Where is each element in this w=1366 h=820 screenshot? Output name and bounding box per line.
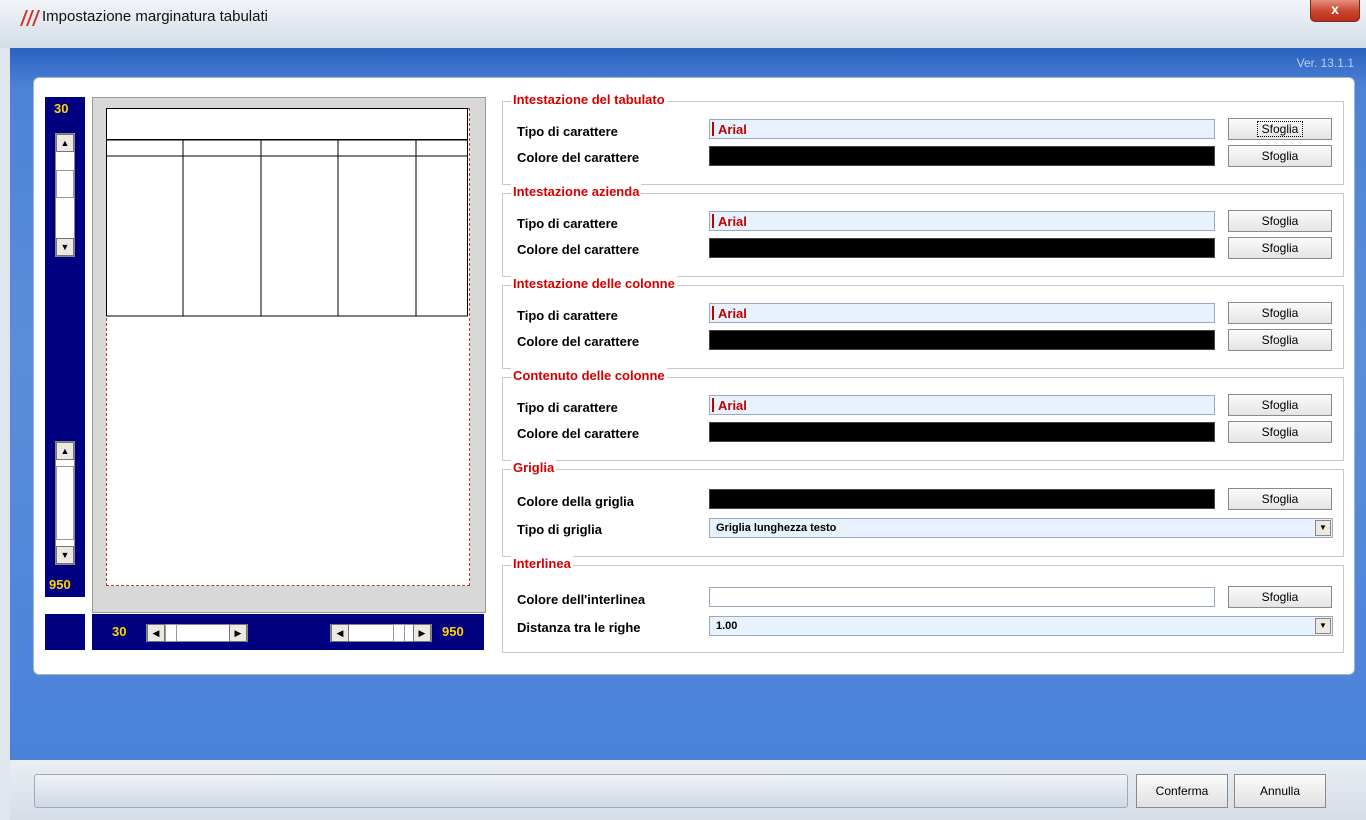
font-browse-button[interactable]: Sfoglia (1228, 302, 1332, 324)
app-logo-icon (20, 10, 40, 26)
right-margin-scrollbar[interactable]: ◀ ▶ (330, 624, 432, 642)
color-browse-button[interactable]: Sfoglia (1228, 145, 1332, 167)
group-title: Intestazione delle colonne (511, 276, 677, 291)
font-browse-button[interactable]: Sfoglia (1228, 394, 1332, 416)
triangle-up-icon[interactable]: ▲ (56, 134, 74, 152)
confirm-button[interactable]: Conferma (1136, 774, 1228, 808)
page-preview (106, 108, 470, 586)
color-swatch[interactable] (709, 422, 1215, 442)
color-label: Colore del carattere (517, 426, 640, 441)
status-bar (34, 774, 1128, 808)
chevron-down-icon[interactable]: ▼ (1315, 520, 1331, 536)
scroll-thumb[interactable] (56, 170, 74, 198)
font-label: Tipo di carattere (517, 308, 618, 323)
group-title: Intestazione azienda (511, 184, 642, 199)
font-browse-button[interactable]: Sfoglia (1228, 118, 1332, 140)
window-title: Impostazione marginatura tabulati (42, 8, 268, 25)
button-label: Sfoglia (1256, 121, 1304, 137)
horizontal-margin-ruler: 30 ◀ ▶ ◀ ▶ 950 (92, 614, 484, 650)
group-company-header: Intestazione azienda Tipo di carattere A… (502, 184, 1344, 277)
spacing-distance-label: Distanza tra le righe (517, 620, 641, 635)
close-button[interactable]: x (1310, 0, 1360, 22)
top-margin-scrollbar[interactable]: ▲ ▼ (55, 133, 75, 257)
vertical-margin-ruler: 30 ▲ ▼ ▲ ▼ 950 (45, 97, 85, 597)
bottom-margin-scrollbar[interactable]: ▲ ▼ (55, 441, 75, 565)
group-title: Intestazione del tabulato (511, 92, 667, 107)
color-swatch[interactable] (709, 146, 1215, 166)
color-browse-button[interactable]: Sfoglia (1228, 329, 1332, 351)
font-label: Tipo di carattere (517, 124, 618, 139)
vertical-bottom-value: 950 (49, 577, 71, 592)
grid-type-value: Griglia lunghezza testo (716, 522, 837, 534)
color-browse-button[interactable]: Sfoglia (1228, 237, 1332, 259)
grid-color-browse-button[interactable]: Sfoglia (1228, 488, 1332, 510)
group-title: Griglia (511, 460, 557, 475)
triangle-right-icon[interactable]: ▶ (413, 624, 431, 642)
spacing-color-label: Colore dell'interlinea (517, 592, 646, 607)
group-column-content: Contenuto delle colonne Tipo di caratter… (502, 368, 1344, 461)
font-label: Tipo di carattere (517, 400, 618, 415)
grid-type-label: Tipo di griglia (517, 522, 602, 537)
group-grid: Griglia Colore della griglia Sfoglia Tip… (502, 460, 1344, 557)
group-title: Contenuto delle colonne (511, 368, 667, 383)
horizontal-left-value: 30 (112, 624, 127, 639)
scroll-thumb[interactable] (393, 624, 405, 642)
horizontal-right-value: 950 (442, 624, 464, 639)
chevron-down-icon[interactable]: ▼ (1315, 618, 1331, 634)
scroll-thumb[interactable] (165, 624, 177, 642)
font-field[interactable]: Arial (709, 119, 1215, 139)
spacing-color-swatch[interactable] (709, 587, 1215, 607)
font-browse-button[interactable]: Sfoglia (1228, 210, 1332, 232)
color-label: Colore del carattere (517, 334, 640, 349)
spacing-color-browse-button[interactable]: Sfoglia (1228, 586, 1332, 608)
group-title: Interlinea (511, 556, 573, 571)
color-label: Colore del carattere (517, 242, 640, 257)
title-bar: Impostazione marginatura tabulati x (0, 0, 1366, 49)
spacing-distance-value: 1.00 (716, 620, 738, 632)
group-report-header: Intestazione del tabulato Tipo di caratt… (502, 92, 1344, 185)
group-line-spacing: Interlinea Colore dell'interlinea Sfogli… (502, 556, 1344, 653)
table-layout-preview (106, 108, 468, 317)
color-swatch[interactable] (709, 238, 1215, 258)
window-left-border (0, 48, 10, 820)
grid-color-label: Colore della griglia (517, 494, 635, 509)
font-label: Tipo di carattere (517, 216, 618, 231)
grid-type-select[interactable]: Griglia lunghezza testo ▼ (709, 518, 1333, 538)
font-field[interactable]: Arial (709, 395, 1215, 415)
cancel-button[interactable]: Annulla (1234, 774, 1326, 808)
triangle-up-icon[interactable]: ▲ (56, 442, 74, 460)
triangle-right-icon[interactable]: ▶ (229, 624, 247, 642)
triangle-left-icon[interactable]: ◀ (331, 624, 349, 642)
version-label: Ver. 13.1.1 (1296, 56, 1354, 70)
vertical-top-value: 30 (54, 101, 69, 116)
spacing-distance-select[interactable]: 1.00 ▼ (709, 616, 1333, 636)
grid-color-swatch[interactable] (709, 489, 1215, 509)
scroll-thumb[interactable] (56, 466, 74, 540)
triangle-down-icon[interactable]: ▼ (56, 546, 74, 564)
color-browse-button[interactable]: Sfoglia (1228, 421, 1332, 443)
triangle-down-icon[interactable]: ▼ (56, 238, 74, 256)
group-column-header: Intestazione delle colonne Tipo di carat… (502, 276, 1344, 369)
font-field[interactable]: Arial (709, 211, 1215, 231)
triangle-left-icon[interactable]: ◀ (147, 624, 165, 642)
color-label: Colore del carattere (517, 150, 640, 165)
ruler-corner (45, 614, 85, 650)
left-margin-scrollbar[interactable]: ◀ ▶ (146, 624, 248, 642)
color-swatch[interactable] (709, 330, 1215, 350)
font-field[interactable]: Arial (709, 303, 1215, 323)
